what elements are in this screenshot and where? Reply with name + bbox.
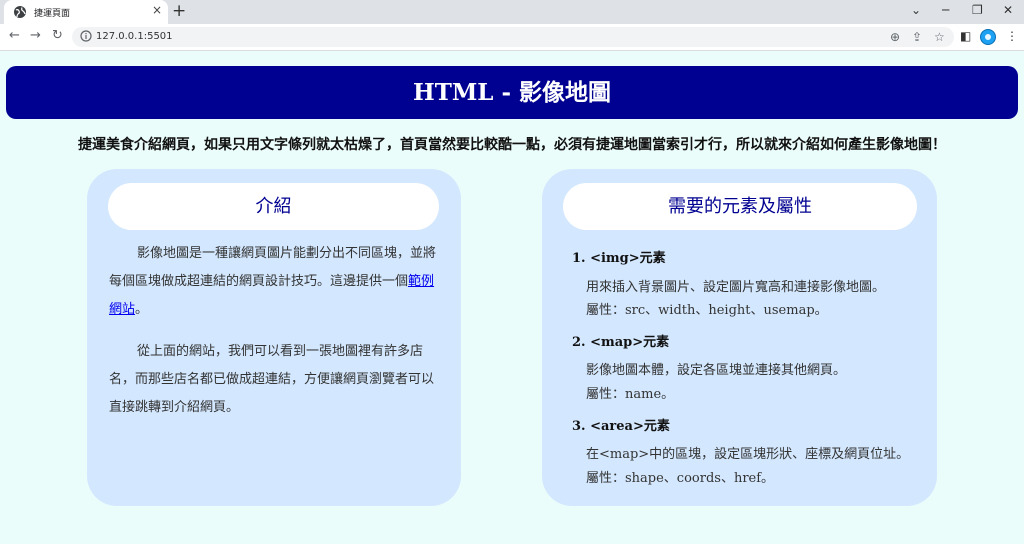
intro-card: 介紹 影像地圖是一種讓網頁圖片能劃分出不同區塊，並將每個區塊做成超連結的網頁設計… <box>87 169 461 506</box>
tab-search-icon[interactable]: ⌄ <box>911 3 921 17</box>
page-title: HTML - 影像地圖 <box>6 66 1018 119</box>
map-element-desc: 影像地圖本體，設定各區塊並連接其他網頁。 <box>586 363 847 378</box>
intro-card-title: 介紹 <box>108 183 439 230</box>
area-element-attrs: 屬性：shape、coords、href。 <box>586 471 775 486</box>
intro-paragraph-1-text: 影像地圖是一種讓網頁圖片能劃分出不同區塊，並將每個區塊做成超連結的網頁設計技巧。… <box>109 246 437 289</box>
browser-toolbar: ← → ↻ 127.0.0.1:5501 ⊕ ⇪ ☆ ◧ ⋮ <box>0 24 1024 51</box>
profile-avatar[interactable] <box>980 29 996 45</box>
tab-title: 捷運頁面 <box>34 9 71 19</box>
star-icon[interactable]: ☆ <box>934 30 945 44</box>
intro-paragraph-1-end: 。 <box>135 302 149 317</box>
map-element-attrs: 屬性：name。 <box>586 387 675 402</box>
tab-close-icon[interactable]: × <box>152 3 162 17</box>
map-element-title: 2. <map>元素 <box>572 335 670 350</box>
url-text[interactable]: 127.0.0.1:5501 <box>96 31 173 42</box>
info-icon[interactable] <box>80 30 92 42</box>
forward-icon[interactable]: → <box>30 29 41 43</box>
tab-bar: 捷運頁面 × + ⌄ ─ ❐ ✕ <box>0 0 1024 24</box>
intro-text: 捷運美食介紹網頁，如果只用文字條列就太枯燥了，首頁當然要比較酷一點，必須有捷運地… <box>78 137 946 153</box>
img-element-title: 1. <img>元素 <box>572 251 666 266</box>
img-element-desc: 用來插入背景圖片、設定圖片寬高和連接影像地圖。 <box>586 280 886 295</box>
area-element-desc: 在<map>中的區塊，設定區塊形狀、座標及網頁位址。 <box>586 447 910 462</box>
elements-card: 需要的元素及屬性 1. <img>元素 用來插入背景圖片、設定圖片寬高和連接影像… <box>542 169 937 506</box>
browser-tab[interactable]: 捷運頁面 × <box>4 0 168 24</box>
new-tab-button[interactable]: + <box>172 1 186 21</box>
close-window-icon[interactable]: ✕ <box>1003 3 1013 17</box>
zoom-icon[interactable]: ⊕ <box>890 30 900 44</box>
sidepanel-icon[interactable]: ◧ <box>960 29 971 43</box>
img-element-attrs: 屬性：src、width、height、usemap。 <box>586 303 828 318</box>
minimize-icon[interactable]: ─ <box>942 3 949 17</box>
globe-icon <box>14 6 26 18</box>
share-icon[interactable]: ⇪ <box>912 30 922 44</box>
back-icon[interactable]: ← <box>9 29 20 43</box>
restore-icon[interactable]: ❐ <box>972 3 983 17</box>
address-bar[interactable]: 127.0.0.1:5501 ⊕ ⇪ ☆ <box>72 27 954 47</box>
menu-icon[interactable]: ⋮ <box>1006 29 1018 43</box>
intro-paragraph-2: 從上面的網站，我們可以看到一張地圖裡有許多店名，而那些店名都已做成超連結，方便讓… <box>109 344 435 415</box>
elements-card-title: 需要的元素及屬性 <box>563 183 917 230</box>
area-element-title: 3. <area>元素 <box>572 419 670 434</box>
reload-icon[interactable]: ↻ <box>52 29 63 43</box>
intro-paragraph-1: 影像地圖是一種讓網頁圖片能劃分出不同區塊，並將每個區塊做成超連結的網頁設計技巧。… <box>109 240 442 324</box>
